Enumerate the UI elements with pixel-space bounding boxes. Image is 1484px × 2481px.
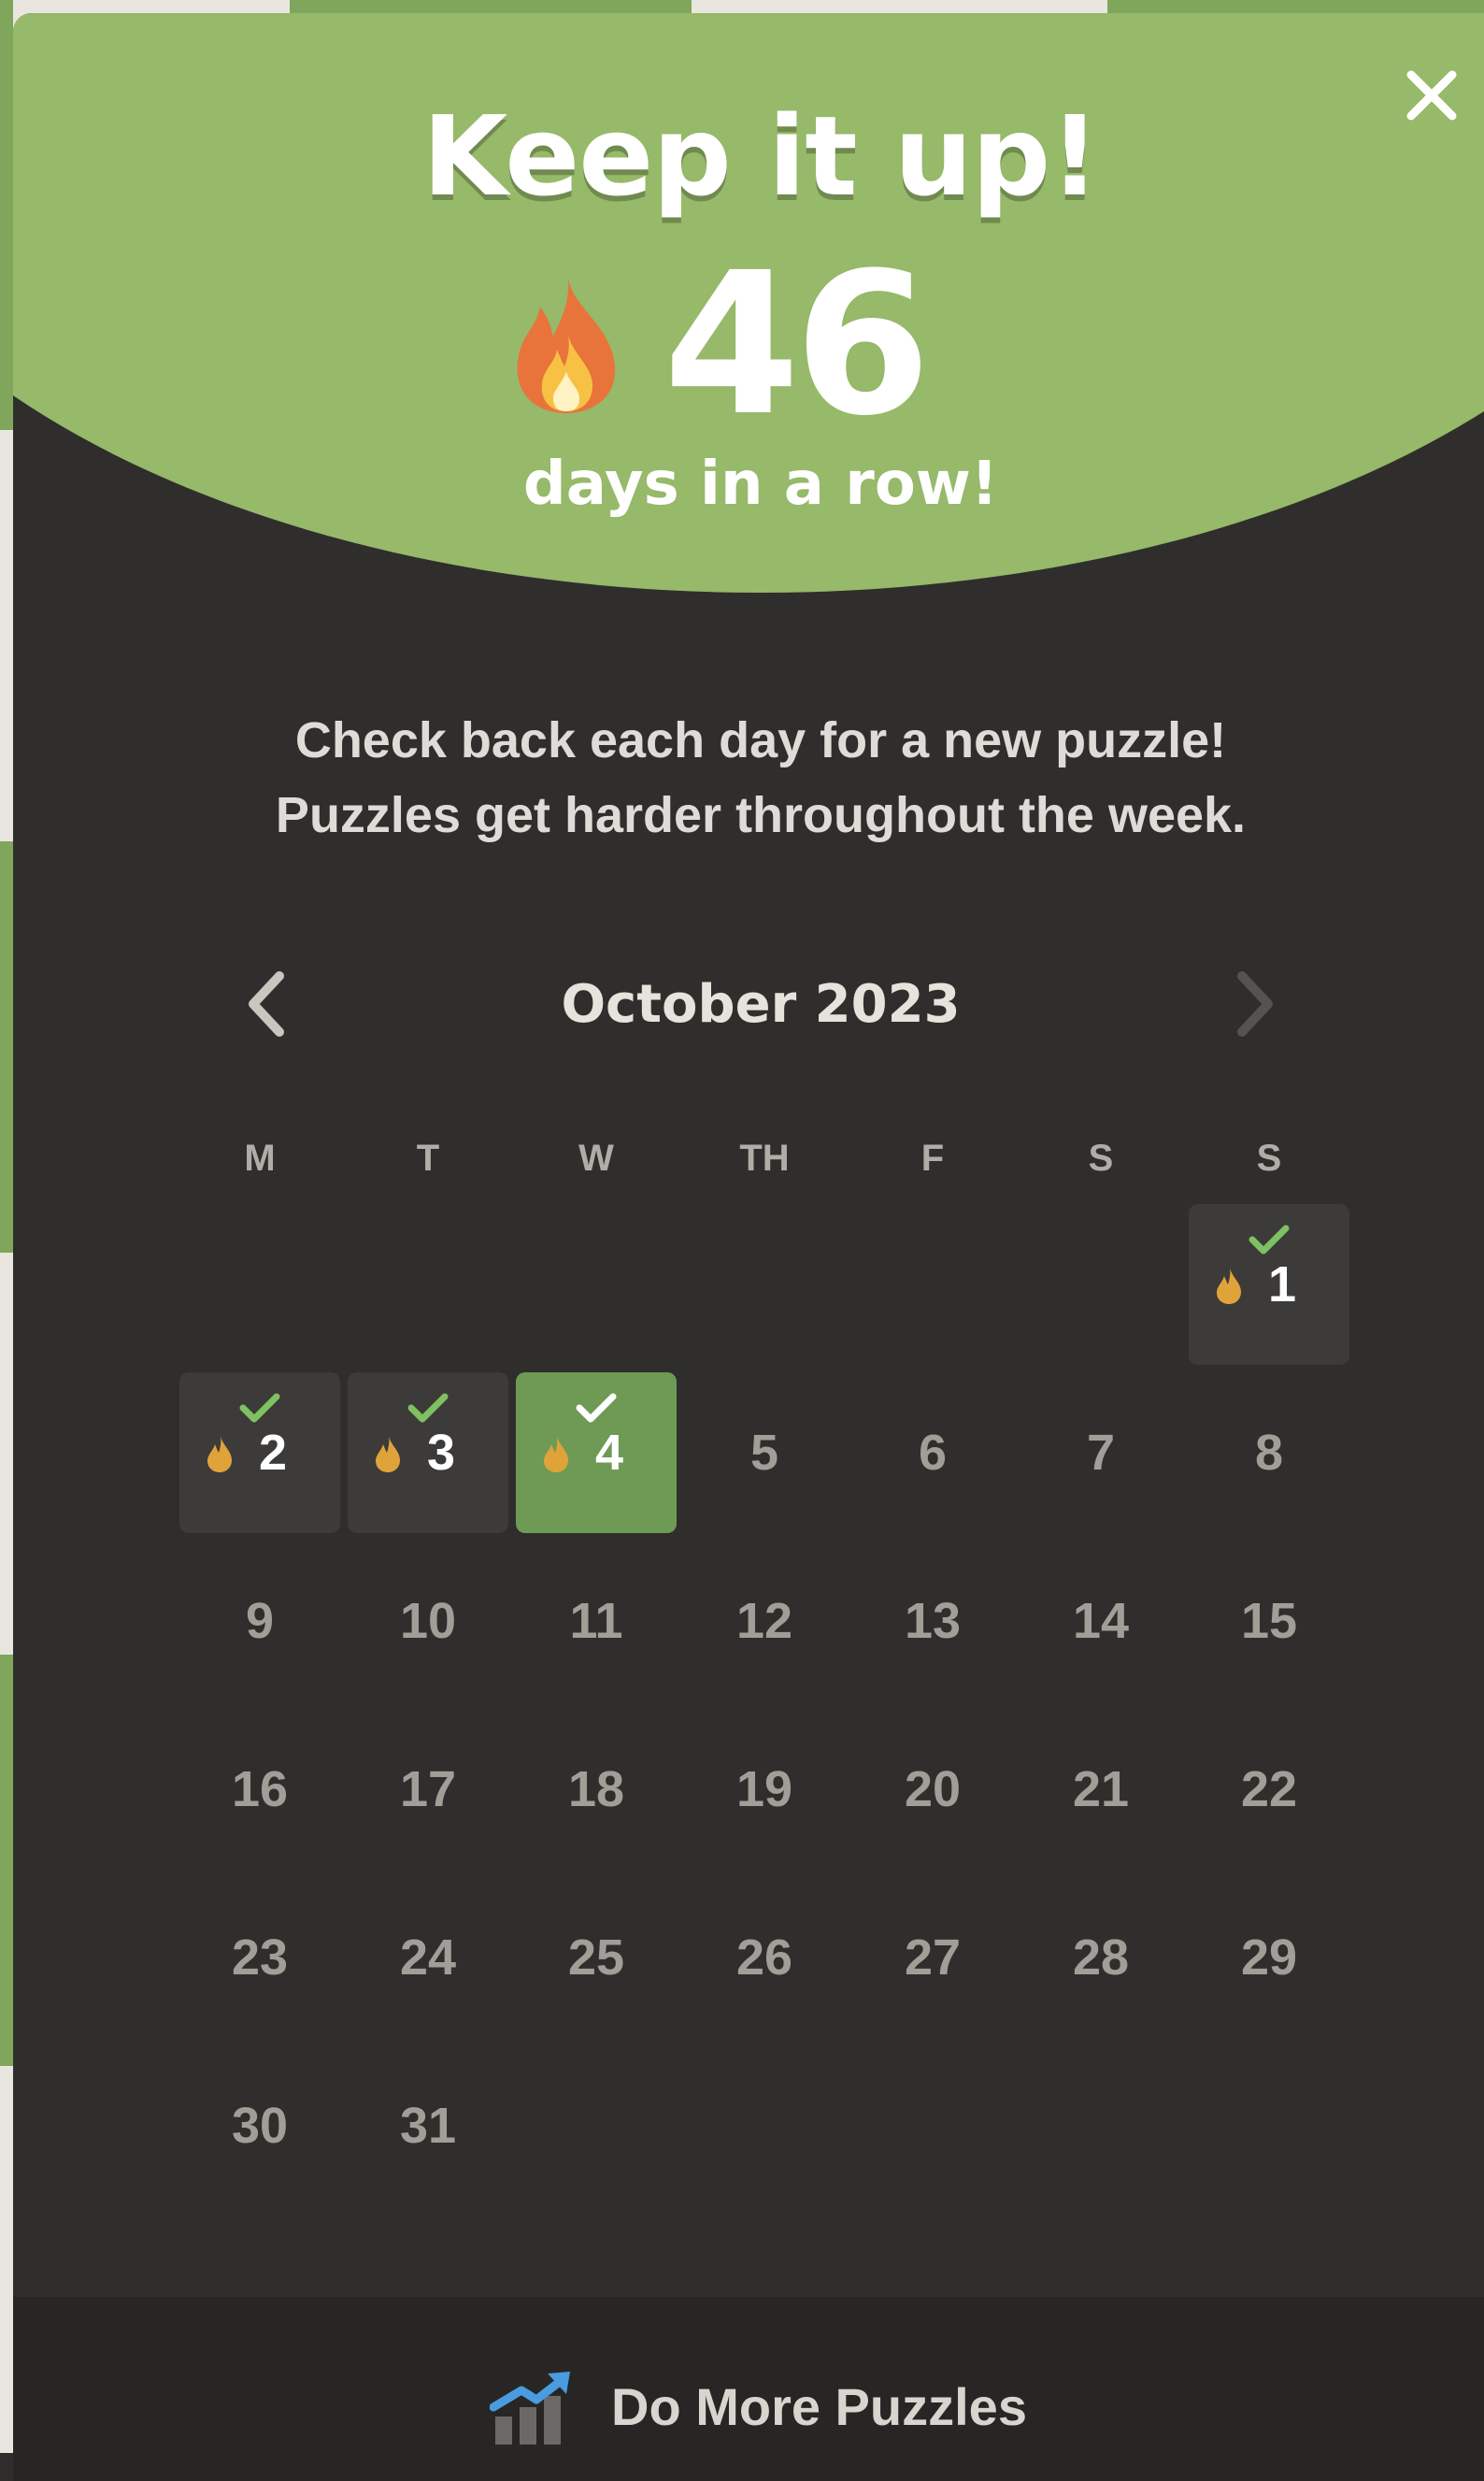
calendar-grid: M T W TH F S S 1 2 3 4 5 6 7 8 9 10 11 1… — [176, 1116, 1353, 2210]
modal-title: Keep it up! — [421, 92, 1100, 221]
calendar-day[interactable]: 5 — [680, 1369, 849, 1537]
description-line: Check back each day for a new puzzle! — [294, 712, 1227, 768]
day-number: 1 — [1267, 1256, 1297, 1312]
background-tile — [0, 1655, 13, 2066]
calendar-day[interactable]: 24 — [344, 1873, 512, 2042]
calendar-day[interactable]: 8 — [1185, 1369, 1353, 1537]
flame-icon — [544, 1436, 568, 1472]
weekday-header: M T W TH F S S — [176, 1116, 1353, 1200]
streak-modal: Keep it up! 46 days in a row! Check back… — [13, 13, 1484, 2481]
flame-icon — [1217, 1268, 1241, 1304]
chart-icon — [490, 2372, 570, 2445]
flame-icon — [207, 1436, 232, 1472]
completed-day-box: 3 — [348, 1372, 508, 1533]
month-navigation: October 2023 — [219, 957, 1303, 1051]
empty-day — [1017, 2042, 1185, 2210]
check-icon — [407, 1393, 449, 1423]
calendar-day-completed[interactable]: 3 — [344, 1369, 512, 1537]
description-line: Puzzles get harder throughout the week. — [275, 787, 1247, 843]
calendar-day[interactable]: 26 — [680, 1873, 849, 2042]
empty-day — [344, 1200, 512, 1369]
completed-day-box: 2 — [179, 1372, 340, 1533]
check-icon — [239, 1393, 280, 1423]
calendar-day[interactable]: 18 — [512, 1705, 680, 1873]
day-number: 4 — [594, 1425, 624, 1481]
empty-day — [680, 1200, 849, 1369]
calendar-day[interactable]: 7 — [1017, 1369, 1185, 1537]
check-icon — [576, 1393, 617, 1423]
do-more-puzzles-button[interactable]: Do More Puzzles — [490, 2355, 1027, 2458]
completed-day-box: 1 — [1189, 1204, 1349, 1365]
do-more-puzzles-label: Do More Puzzles — [611, 2376, 1027, 2436]
calendar-day[interactable]: 15 — [1185, 1537, 1353, 1705]
calendar-day[interactable]: 13 — [849, 1537, 1017, 1705]
calendar-day[interactable]: 11 — [512, 1537, 680, 1705]
background-tile — [0, 0, 13, 430]
empty-day — [512, 2042, 680, 2210]
calendar-day[interactable]: 21 — [1017, 1705, 1185, 1873]
calendar-day-completed[interactable]: 1 — [1185, 1200, 1353, 1369]
calendar-day[interactable]: 31 — [344, 2042, 512, 2210]
flame-icon — [376, 1436, 400, 1472]
empty-day — [1185, 2042, 1353, 2210]
calendar-day[interactable]: 20 — [849, 1705, 1017, 1873]
calendar-week: 16 17 18 19 20 21 22 — [176, 1705, 1353, 1873]
empty-day — [1017, 1200, 1185, 1369]
month-label: October 2023 — [561, 973, 961, 1035]
empty-day — [849, 1200, 1017, 1369]
chevron-right-icon — [1237, 971, 1273, 1037]
background-tile — [0, 841, 13, 1253]
calendar-day[interactable]: 29 — [1185, 1873, 1353, 2042]
calendar-week: 23 24 25 26 27 28 29 — [176, 1873, 1353, 2042]
calendar-day-completed[interactable]: 2 — [176, 1369, 344, 1537]
day-number: 2 — [258, 1425, 288, 1481]
calendar-day[interactable]: 9 — [176, 1537, 344, 1705]
today-day-box: 4 — [516, 1372, 677, 1533]
streak-label: days in a row! — [522, 450, 999, 519]
check-icon — [1249, 1225, 1290, 1255]
empty-day — [512, 1200, 680, 1369]
previous-month-button[interactable] — [219, 957, 312, 1051]
calendar-day[interactable]: 23 — [176, 1873, 344, 2042]
chevron-left-icon — [249, 971, 284, 1037]
calendar-day[interactable]: 25 — [512, 1873, 680, 2042]
calendar-day[interactable]: 27 — [849, 1873, 1017, 2042]
calendar-day[interactable]: 14 — [1017, 1537, 1185, 1705]
calendar-day[interactable]: 16 — [176, 1705, 344, 1873]
flame-icon — [517, 279, 616, 413]
modal-footer: Do More Puzzles — [13, 2297, 1484, 2481]
calendar-day[interactable]: 19 — [680, 1705, 849, 1873]
empty-day — [849, 2042, 1017, 2210]
calendar-day[interactable]: 6 — [849, 1369, 1017, 1537]
calendar-week: 1 — [176, 1200, 1353, 1369]
calendar-day-today[interactable]: 4 — [512, 1369, 680, 1537]
description: Check back each day for a new puzzle! Pu… — [13, 703, 1484, 853]
calendar-day[interactable]: 10 — [344, 1537, 512, 1705]
day-number: 3 — [426, 1425, 456, 1481]
calendar-day[interactable]: 12 — [680, 1537, 849, 1705]
empty-day — [680, 2042, 849, 2210]
calendar-week: 2 3 4 5 6 7 8 — [176, 1369, 1353, 1537]
calendar-day[interactable]: 17 — [344, 1705, 512, 1873]
streak-display: 46 — [13, 247, 1484, 443]
empty-day — [176, 1200, 344, 1369]
streak-count: 46 — [663, 230, 931, 459]
calendar-week: 30 31 — [176, 2042, 1353, 2210]
calendar-day[interactable]: 28 — [1017, 1873, 1185, 2042]
calendar-day[interactable]: 22 — [1185, 1705, 1353, 1873]
calendar-week: 9 10 11 12 13 14 15 — [176, 1537, 1353, 1705]
calendar-day[interactable]: 30 — [176, 2042, 344, 2210]
next-month-button[interactable] — [1209, 957, 1303, 1051]
